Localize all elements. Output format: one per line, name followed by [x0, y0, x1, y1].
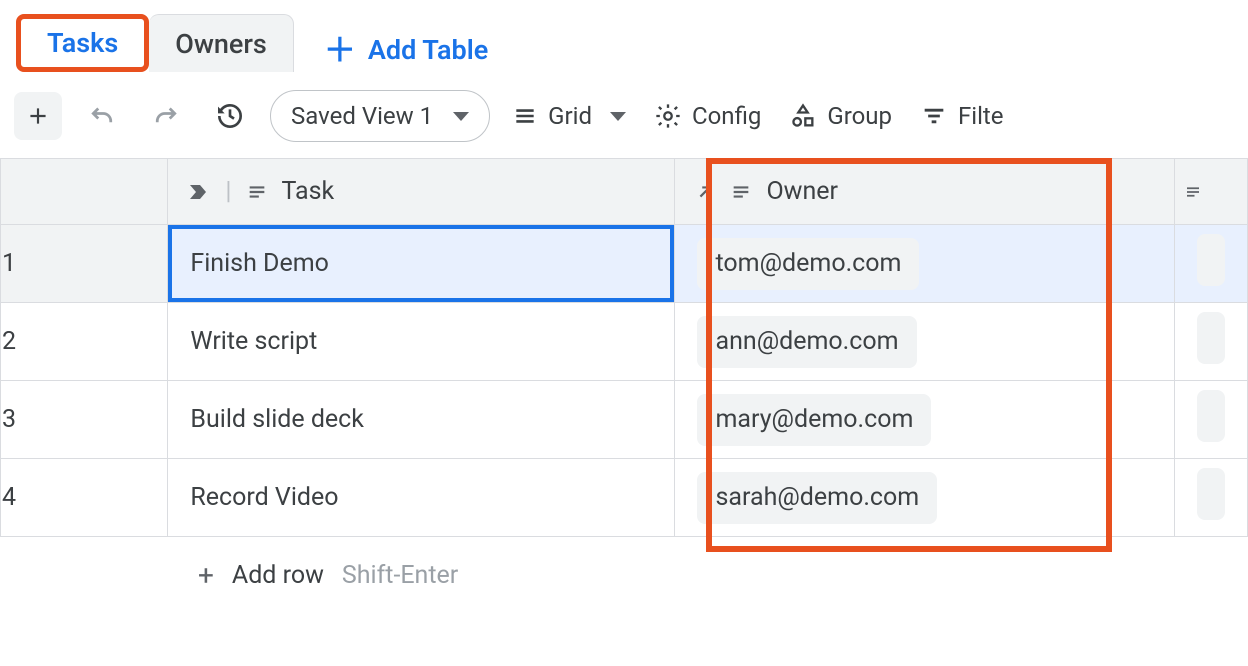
plus-icon: ＋ — [324, 34, 356, 66]
config-button[interactable]: Config — [648, 102, 767, 130]
view-type-dropdown[interactable]: Grid — [506, 102, 632, 130]
owner-cell[interactable]: sarah@demo.com — [675, 459, 1174, 537]
task-cell[interactable]: Record Video — [168, 459, 675, 537]
task-cell[interactable]: Write script — [168, 303, 675, 381]
history-icon — [214, 100, 246, 132]
text-lines-icon — [730, 181, 752, 203]
owner-cell[interactable]: ann@demo.com — [675, 303, 1174, 381]
filter-label: Filte — [958, 102, 1004, 130]
header-row: | Task Owner — [1, 159, 1248, 225]
table-row: 4Record Video sarah@demo.com — [1, 459, 1248, 537]
table-row: 1Finish Demo tom@demo.com — [1, 225, 1248, 303]
tab-owners[interactable]: Owners — [149, 14, 294, 72]
task-column-header[interactable]: | Task — [168, 159, 675, 225]
owner-chip[interactable]: tom@demo.com — [697, 238, 919, 290]
plus-icon — [25, 103, 51, 129]
extra-chip — [1197, 468, 1225, 520]
task-cell[interactable]: Finish Demo — [168, 225, 675, 303]
plus-icon: + — [198, 559, 214, 592]
saved-view-label: Saved View 1 — [291, 102, 433, 130]
owner-column-header[interactable]: Owner — [675, 159, 1174, 225]
filter-icon — [920, 102, 948, 130]
extra-chip — [1197, 234, 1225, 286]
gear-icon — [654, 102, 682, 130]
grid-label: Grid — [548, 102, 592, 130]
owner-chip[interactable]: mary@demo.com — [697, 394, 931, 446]
table-tab-bar: Tasks Owners ＋ Add Table — [0, 0, 1248, 72]
extra-chip — [1197, 312, 1225, 364]
chevron-down-icon — [453, 112, 469, 121]
filter-button[interactable]: Filte — [914, 102, 1010, 130]
extra-cell[interactable] — [1174, 303, 1247, 381]
grid-lines-icon — [512, 103, 538, 129]
row-number[interactable]: 3 — [1, 381, 168, 459]
row-number[interactable]: 1 — [1, 225, 168, 303]
owner-cell[interactable]: tom@demo.com — [675, 225, 1174, 303]
config-label: Config — [692, 102, 761, 130]
toolbar: Saved View 1 Grid Config Group Filte — [0, 72, 1248, 158]
owner-chip[interactable]: sarah@demo.com — [697, 472, 937, 524]
task-header-label: Task — [282, 177, 335, 206]
tab-owners-label: Owners — [175, 28, 267, 60]
history-button[interactable] — [206, 92, 254, 140]
data-grid: | Task Owner — [0, 158, 1248, 592]
owner-header-label: Owner — [766, 177, 838, 206]
arrow-out-icon — [694, 181, 716, 203]
row-number[interactable]: 4 — [1, 459, 168, 537]
owner-cell[interactable]: mary@demo.com — [675, 381, 1174, 459]
table-row: 3Build slide deck mary@demo.com — [1, 381, 1248, 459]
redo-button[interactable] — [142, 92, 190, 140]
owner-chip[interactable]: ann@demo.com — [697, 316, 916, 368]
text-lines-icon — [1184, 181, 1202, 203]
extra-cell[interactable] — [1174, 459, 1247, 537]
extra-cell[interactable] — [1174, 225, 1247, 303]
group-button[interactable]: Group — [783, 102, 898, 130]
add-row-hint: Shift-Enter — [342, 561, 458, 590]
redo-icon — [151, 101, 181, 131]
chevron-down-icon — [610, 112, 626, 121]
saved-view-dropdown[interactable]: Saved View 1 — [270, 90, 490, 142]
add-row-button[interactable]: + Add row Shift-Enter — [0, 537, 1248, 592]
undo-button[interactable] — [78, 92, 126, 140]
extra-cell[interactable] — [1174, 381, 1247, 459]
group-shapes-icon — [789, 102, 817, 130]
table-row: 2Write script ann@demo.com — [1, 303, 1248, 381]
text-lines-icon — [246, 181, 268, 203]
group-label: Group — [827, 102, 892, 130]
extra-chip — [1197, 390, 1225, 442]
rownum-header[interactable] — [1, 159, 168, 225]
tab-tasks-label: Tasks — [47, 27, 118, 59]
tab-tasks[interactable]: Tasks — [16, 14, 149, 72]
add-table-label: Add Table — [368, 34, 488, 66]
task-cell[interactable]: Build slide deck — [168, 381, 675, 459]
undo-icon — [87, 101, 117, 131]
add-button[interactable] — [14, 92, 62, 140]
row-number[interactable]: 2 — [1, 303, 168, 381]
tag-icon — [187, 180, 211, 204]
add-table-button[interactable]: ＋ Add Table — [294, 34, 506, 72]
extra-column-header[interactable] — [1174, 159, 1247, 225]
add-row-label: Add row — [232, 561, 324, 590]
